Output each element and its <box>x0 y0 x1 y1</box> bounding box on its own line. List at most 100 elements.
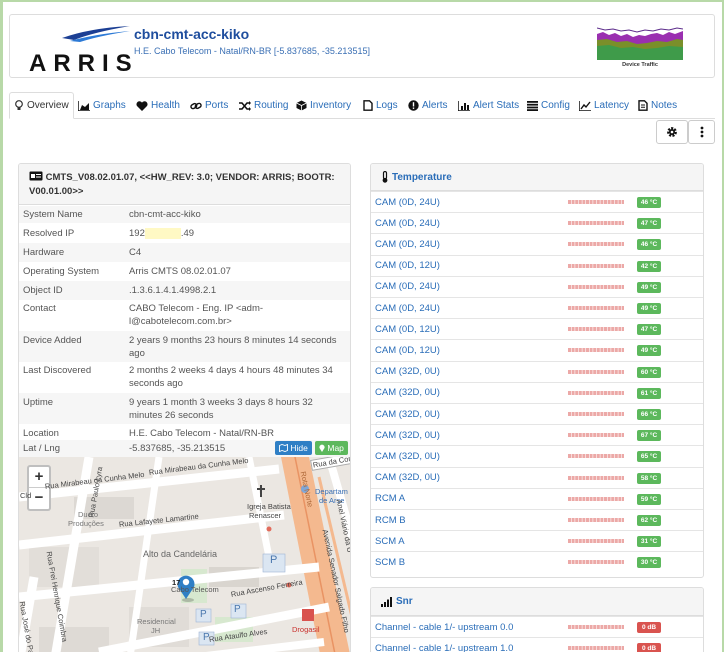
tab-alerts[interactable]: Alerts <box>408 92 448 119</box>
device-name[interactable]: cbn-cmt-acc-kiko <box>134 26 249 42</box>
sparkline-graph[interactable] <box>568 623 624 631</box>
sensor-name-link[interactable]: RCM B <box>375 515 406 526</box>
sensor-name-link[interactable]: Channel - cable 1/- upstream 1.0 <box>375 643 513 652</box>
sparkline-graph[interactable] <box>568 558 624 566</box>
tab-health[interactable]: Health <box>136 92 180 119</box>
sparkline-graph[interactable] <box>568 325 624 333</box>
sensor-name-link[interactable]: CAM (0D, 12U) <box>375 324 440 335</box>
temperature-title: Temperature <box>392 171 452 183</box>
sensor-name-link[interactable]: CAM (32D, 0U) <box>375 409 440 420</box>
sparkline-graph[interactable] <box>568 431 624 439</box>
temperature-row[interactable]: SCM B 30 °C <box>371 551 703 572</box>
exclamation-circle-icon <box>408 100 419 111</box>
temperature-row[interactable]: CAM (0D, 12U) 42 °C <box>371 254 703 276</box>
temperature-row[interactable]: CAM (0D, 24U) 46 °C <box>371 233 703 254</box>
sparkline-graph[interactable] <box>568 410 624 418</box>
sparkline-graph[interactable] <box>568 389 624 397</box>
tab-graphs[interactable]: Graphs <box>78 92 126 119</box>
map-icon <box>279 443 288 453</box>
gear-icon <box>667 127 677 137</box>
device-traffic-graph[interactable]: Device Traffic <box>596 24 684 68</box>
device-location[interactable]: H.E. Cabo Telecom - Natal/RN-BR [-5.8376… <box>134 46 370 56</box>
tab-logs[interactable]: Logs <box>363 92 398 119</box>
sensor-name-link[interactable]: CAM (0D, 24U) <box>375 197 440 208</box>
open-map-button[interactable]: Map <box>315 441 348 455</box>
temperature-row[interactable]: SCM A 31 °C <box>371 530 703 551</box>
snr-title: Snr <box>396 596 413 607</box>
temperature-heading[interactable]: Temperature <box>371 164 703 191</box>
temperature-row[interactable]: RCM A 59 °C <box>371 487 703 509</box>
info-key: Hardware <box>23 247 65 258</box>
random-icon <box>239 100 251 111</box>
sensor-name-link[interactable]: CAM (0D, 24U) <box>375 239 440 250</box>
device-descr: CMTS_V08.02.01.07, <<HW_REV: 3.0; VENDOR… <box>29 172 335 197</box>
temperature-row[interactable]: CAM (32D, 0U) 58 °C <box>371 466 703 488</box>
sparkline-graph[interactable] <box>568 240 624 248</box>
sensor-name-link[interactable]: CAM (0D, 12U) <box>375 345 440 356</box>
sparkline-graph[interactable] <box>568 474 624 482</box>
settings-button[interactable] <box>656 120 688 144</box>
tab-latency[interactable]: Latency <box>579 92 629 119</box>
tab-alert-stats[interactable]: Alert Stats <box>458 92 519 119</box>
snr-heading[interactable]: Snr <box>371 588 703 616</box>
sparkline-graph[interactable] <box>568 452 624 460</box>
sensor-name-link[interactable]: SCM B <box>375 557 405 568</box>
sparkline-graph[interactable] <box>568 644 624 652</box>
tab-routing[interactable]: Routing <box>239 92 288 119</box>
sensor-name-link[interactable]: CAM (0D, 24U) <box>375 218 440 229</box>
sensor-name-link[interactable]: CAM (0D, 24U) <box>375 281 440 292</box>
temperature-row[interactable]: CAM (32D, 0U) 65 °C <box>371 445 703 466</box>
location-map[interactable]: + − Cld Rua Mirabeau da Cunha Melo Rua M… <box>19 457 350 652</box>
value-badge: 49 °C <box>637 281 661 293</box>
temperature-row[interactable]: CAM (0D, 24U) 47 °C <box>371 212 703 233</box>
tab-notes[interactable]: Notes <box>638 92 677 119</box>
info-value: Arris CMTS 08.02.01.07 <box>129 266 231 277</box>
sparkline-graph[interactable] <box>568 283 624 291</box>
sparkline-graph[interactable] <box>568 262 624 270</box>
sparkline-graph[interactable] <box>568 346 624 354</box>
tab-label: Overview <box>27 100 69 111</box>
sensor-name-link[interactable]: SCM A <box>375 536 405 547</box>
sensor-name-link[interactable]: Channel - cable 1/- upstream 0.0 <box>375 622 513 633</box>
more-options-button[interactable] <box>688 120 715 144</box>
info-row-operating-system: Operating System Arris CMTS 08.02.01.07 <box>19 262 350 281</box>
sparkline-graph[interactable] <box>568 495 624 503</box>
sensor-name-link[interactable]: RCM A <box>375 493 405 504</box>
tab-overview[interactable]: Overview <box>9 92 74 119</box>
sensor-name-link[interactable]: CAM (0D, 24U) <box>375 303 440 314</box>
tab-ports[interactable]: Ports <box>190 92 228 119</box>
temperature-row[interactable]: CAM (0D, 24U) 49 °C <box>371 275 703 297</box>
sparkline-graph[interactable] <box>568 516 624 524</box>
device-info-table: System Name cbn-cmt-acc-kiko Resolved IP… <box>19 205 350 457</box>
snr-row[interactable]: Channel - cable 1/- upstream 0.0 0 dB <box>371 616 703 637</box>
snr-row[interactable]: Channel - cable 1/- upstream 1.0 0 dB <box>371 637 703 652</box>
sensor-name-link[interactable]: CAM (32D, 0U) <box>375 387 440 398</box>
sensor-name-link[interactable]: CAM (32D, 0U) <box>375 451 440 462</box>
temperature-row[interactable]: CAM (0D, 24U) 49 °C <box>371 297 703 318</box>
temperature-row[interactable]: CAM (0D, 12U) 49 °C <box>371 339 703 360</box>
info-row-object-id: Object ID .1.3.6.1.4.1.4998.2.1 <box>19 281 350 300</box>
temperature-row[interactable]: CAM (32D, 0U) 67 °C <box>371 424 703 445</box>
sensor-name-link[interactable]: CAM (32D, 0U) <box>375 430 440 441</box>
sparkline-graph[interactable] <box>568 198 624 206</box>
temperature-row[interactable]: RCM B 62 °C <box>371 509 703 530</box>
temperature-row[interactable]: CAM (32D, 0U) 60 °C <box>371 360 703 382</box>
temperature-row[interactable]: CAM (32D, 0U) 61 °C <box>371 381 703 403</box>
sensor-name-link[interactable]: CAM (32D, 0U) <box>375 472 440 483</box>
temperature-row[interactable]: CAM (0D, 12U) 47 °C <box>371 318 703 339</box>
sensor-name-link[interactable]: CAM (32D, 0U) <box>375 366 440 377</box>
temperature-row[interactable]: CAM (0D, 24U) 46 °C <box>371 191 703 212</box>
tab-config[interactable]: Config <box>527 92 570 119</box>
sparkline-graph[interactable] <box>568 304 624 312</box>
bar-chart-icon <box>458 100 470 111</box>
device-header: ARRIS cbn-cmt-acc-kiko H.E. Cabo Telecom… <box>9 14 715 78</box>
hide-map-button[interactable]: Hide <box>275 441 312 455</box>
sensor-name-link[interactable]: CAM (0D, 12U) <box>375 260 440 271</box>
sparkline-graph[interactable] <box>568 219 624 227</box>
temperature-row[interactable]: CAM (32D, 0U) 66 °C <box>371 403 703 424</box>
tab-inventory[interactable]: Inventory <box>296 92 351 119</box>
sparkline-graph[interactable] <box>568 368 624 376</box>
sparkline-graph[interactable] <box>568 537 624 545</box>
map-label: Drogasil <box>292 625 320 634</box>
value-badge: 46 °C <box>637 239 661 251</box>
